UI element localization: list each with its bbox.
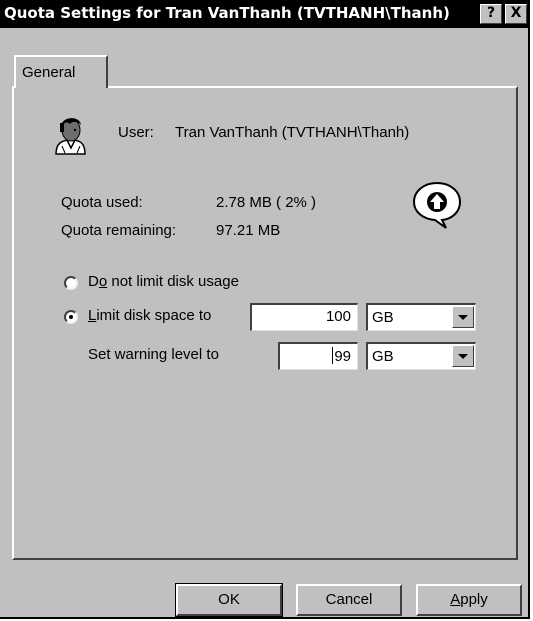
quota-remaining-value: 97.21 MB xyxy=(216,222,281,239)
limit-label[interactable]: Limit disk space to xyxy=(88,307,211,324)
ok-button[interactable]: OK xyxy=(175,583,283,617)
warning-label: Set warning level to xyxy=(88,346,219,363)
quota-used-label: Quota used: xyxy=(61,194,143,211)
limit-radio[interactable] xyxy=(64,310,78,324)
tab-general-label: General xyxy=(22,64,76,81)
quota-ok-icon xyxy=(410,180,464,230)
title-bar[interactable]: Quota Settings for Tran VanThanh (TVTHAN… xyxy=(0,0,528,28)
limit-unit-dropdown-icon[interactable] xyxy=(452,306,474,328)
warning-unit-dropdown-icon[interactable] xyxy=(452,345,474,367)
user-icon xyxy=(52,113,90,155)
apply-button[interactable]: Apply xyxy=(416,584,522,616)
no-limit-label[interactable]: Do not limit disk usage xyxy=(88,273,239,290)
warning-unit-select[interactable]: GB xyxy=(366,342,476,370)
help-button[interactable]: ? xyxy=(480,4,502,24)
window-title: Quota Settings for Tran VanThanh (TVTHAN… xyxy=(4,4,450,22)
cancel-button[interactable]: Cancel xyxy=(296,584,402,616)
quota-settings-dialog: Quota Settings for Tran VanThanh (TVTHAN… xyxy=(0,0,530,619)
no-limit-radio[interactable] xyxy=(64,276,78,290)
limit-value-field[interactable]: 100 xyxy=(250,303,358,331)
user-label: User: xyxy=(118,124,154,141)
quota-remaining-label: Quota remaining: xyxy=(61,222,177,239)
warning-unit-value: GB xyxy=(372,348,394,365)
user-value: Tran VanThanh (TVTHANH\Thanh) xyxy=(175,124,410,141)
tab-general[interactable]: General xyxy=(14,55,108,88)
limit-unit-select[interactable]: GB xyxy=(366,303,476,331)
quota-used-value: 2.78 MB ( 2% ) xyxy=(216,194,317,211)
close-button[interactable]: X xyxy=(505,4,527,24)
warning-value-field[interactable]: 99 xyxy=(278,342,358,370)
limit-unit-value: GB xyxy=(372,309,394,326)
